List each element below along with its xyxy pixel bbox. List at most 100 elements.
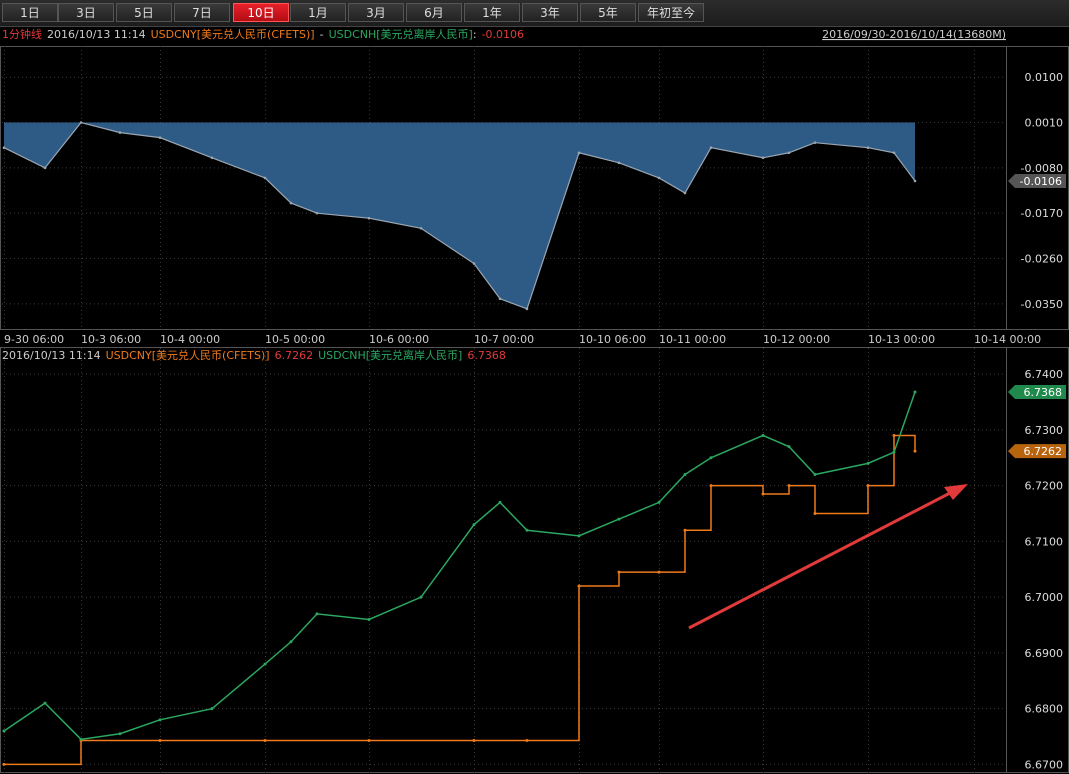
cny-point (2, 762, 6, 766)
cny-point (525, 738, 529, 742)
cnh-point (683, 473, 687, 477)
cnh-point (210, 707, 214, 711)
spread-point (289, 201, 293, 205)
trend-arrow-head (944, 484, 968, 500)
spread-point (761, 156, 765, 160)
top-timestamp: 2016/10/13 11:14 (47, 28, 146, 41)
top-sep: - (320, 28, 324, 41)
cny-label: USDCNY[美元兑人民币(CFETS)] (106, 348, 270, 362)
cnh-point (787, 445, 791, 449)
cny-point (657, 570, 661, 574)
x-tick-label: 10-7 00:00 (474, 333, 534, 346)
cny-last-value: 6.7262 (1024, 445, 1063, 458)
cny-point (683, 528, 687, 532)
cnh-label: USDCNH[美元兑离岸人民币] (318, 348, 462, 362)
cnh-point (472, 523, 476, 527)
cnh-point (118, 732, 122, 736)
x-tick-label: 10-11 00:00 (659, 333, 726, 346)
cny-point (472, 738, 476, 742)
spread-point (525, 307, 529, 311)
cny-line (4, 434, 916, 766)
cny-point (709, 484, 713, 488)
spread-point (866, 146, 870, 150)
spread-point (617, 161, 621, 165)
cny-point (263, 738, 267, 742)
x-tick-label: 10-12 00:00 (763, 333, 830, 346)
bottom-y-tick-label: 6.6800 (1025, 703, 1064, 716)
top-y-tick-label: -0.0260 (1021, 253, 1063, 266)
cnh-point (367, 617, 371, 621)
spread-point (118, 131, 122, 134)
top-y-tick-label: -0.0080 (1021, 162, 1063, 175)
chart-area: 1分钟线 2016/10/13 11:14 USDCNY[美元兑人民币(CFETS)… (0, 27, 1069, 773)
cnh-point (709, 456, 713, 460)
bottom-y-tick-label: 6.6900 (1025, 647, 1064, 660)
cnh-last-value: 6.7368 (1024, 386, 1063, 399)
top-y-tick-label: -0.0170 (1021, 207, 1063, 220)
spread-point (263, 176, 267, 180)
spread-point (79, 121, 83, 124)
spread-point (419, 226, 423, 230)
cnh-point (263, 662, 267, 666)
x-tick-label: 9-30 06:00 (4, 333, 64, 346)
x-tick-label: 10-6 00:00 (369, 333, 429, 346)
cnh-point (892, 450, 896, 454)
top-value: -0.0106 (482, 28, 524, 41)
cnh-point (525, 528, 529, 532)
cnh-point (657, 500, 661, 504)
cny-point (892, 433, 896, 437)
interval-label: 1分钟线 (2, 27, 42, 41)
spread-point (813, 141, 817, 144)
x-tick-label: 10-3 06:00 (81, 333, 141, 346)
cnh-point (79, 737, 83, 741)
x-tick-label: 10-4 00:00 (160, 333, 220, 346)
spread-point (683, 191, 687, 195)
cnh-point (866, 461, 870, 465)
cnh-point (577, 534, 581, 538)
cnh-line (3, 391, 916, 741)
top-y-tick-label: 0.0100 (1025, 71, 1064, 84)
top-y-tick-label: -0.0350 (1021, 298, 1063, 311)
x-tick-label: 10-5 00:00 (265, 333, 325, 346)
bottom-timestamp: 2016/10/13 11:14 (2, 349, 101, 362)
top-series-b: USDCNH[美元兑离岸人民币] (329, 27, 473, 41)
x-tick-label: 10-13 00:00 (868, 333, 935, 346)
cny-point (367, 738, 371, 742)
spread-point (315, 211, 319, 215)
spread-point (498, 297, 502, 301)
x-tick-label: 10-10 06:00 (579, 333, 646, 346)
cnh-point (761, 433, 765, 437)
spread-point (787, 151, 791, 155)
cny-point (913, 449, 917, 453)
cnh-point (498, 500, 502, 504)
cny-point (761, 492, 765, 496)
date-range-label: 2016/09/30-2016/10/14(13680M) (822, 28, 1006, 41)
cnh-point (813, 473, 817, 477)
spread-point (2, 146, 6, 150)
spread-point (892, 151, 896, 155)
cnh-point (315, 612, 319, 616)
cnh-point (419, 595, 423, 599)
bottom-y-tick-label: 6.7400 (1025, 368, 1064, 381)
cny-point (787, 484, 791, 488)
spread-point (43, 166, 47, 170)
cny-point (813, 512, 817, 516)
cny-value: 6.7262 (275, 349, 314, 362)
cnh-point (2, 729, 6, 733)
cny-point (158, 738, 162, 742)
spread-point (210, 156, 214, 160)
spread-last-value: -0.0106 (1020, 175, 1062, 188)
cnh-point (289, 640, 293, 644)
spread-point (158, 136, 162, 139)
cny-point (617, 570, 621, 574)
cnh-point (913, 390, 917, 394)
cnh-value: 6.7368 (467, 349, 506, 362)
cnh-point (43, 701, 47, 705)
trend-arrow-shaft (688, 490, 953, 630)
spread-point (472, 262, 476, 265)
bottom-y-tick-label: 6.7100 (1025, 535, 1064, 548)
top-colon: : (473, 28, 477, 41)
top-series-a: USDCNY[美元兑人民币(CFETS)] (151, 27, 315, 41)
spread-point (577, 151, 581, 155)
bottom-y-tick-label: 6.7200 (1025, 480, 1064, 493)
